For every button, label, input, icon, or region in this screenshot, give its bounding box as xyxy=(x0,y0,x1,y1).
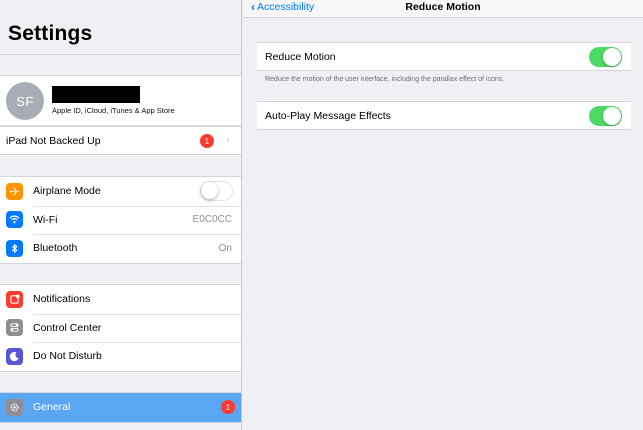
navigation-bar: ‹ Accessibility Reduce Motion xyxy=(243,0,643,18)
sidebar-item-notifications[interactable]: Notifications xyxy=(0,285,241,314)
avatar: SF xyxy=(6,82,44,120)
airplane-icon xyxy=(6,182,23,200)
general-group: General 1 xyxy=(0,392,241,423)
airplane-mode-toggle[interactable] xyxy=(200,181,233,202)
sidebar-item-label: Airplane Mode xyxy=(33,185,101,198)
auto-play-toggle[interactable] xyxy=(589,106,622,126)
sidebar-item-label: Do Not Disturb xyxy=(33,350,102,363)
wifi-icon xyxy=(6,211,23,229)
sidebar-item-label: General xyxy=(33,401,71,414)
divider xyxy=(0,54,241,55)
reduce-motion-row: Reduce Motion xyxy=(257,42,631,71)
control-center-icon xyxy=(6,319,23,337)
badge: 1 xyxy=(221,400,235,414)
profile-row[interactable]: SF Apple ID, iCloud, iTunes & App Store xyxy=(0,75,241,126)
sidebar-item-do-not-disturb[interactable]: Do Not Disturb xyxy=(0,342,241,371)
bluetooth-value: On xyxy=(218,242,232,254)
auto-play-row: Auto-Play Message Effects xyxy=(257,101,631,130)
auto-play-label: Auto-Play Message Effects xyxy=(265,110,391,122)
sidebar: Settings SF Apple ID, iCloud, iTunes & A… xyxy=(0,0,242,430)
sidebar-item-label: Notifications xyxy=(33,293,91,306)
sidebar-item-bluetooth[interactable]: Bluetooth On xyxy=(0,234,241,263)
sidebar-item-general[interactable]: General 1 xyxy=(0,393,241,422)
profile-subtitle: Apple ID, iCloud, iTunes & App Store xyxy=(52,106,175,115)
redacted-name xyxy=(52,86,140,103)
system-group: Notifications Control Center Do Not Dist… xyxy=(0,284,241,372)
chevron-right-icon: › xyxy=(226,134,230,146)
sidebar-item-label: Wi-Fi xyxy=(33,213,58,226)
wifi-network-value: E0C0CC xyxy=(192,214,232,226)
sidebar-item-wifi[interactable]: Wi-Fi E0C0CC xyxy=(0,205,241,235)
sidebar-item-label: Control Center xyxy=(33,321,102,334)
badge: 1 xyxy=(200,134,214,148)
sidebar-item-airplane-mode[interactable]: Airplane Mode xyxy=(0,177,241,206)
moon-icon xyxy=(6,347,23,365)
detail-pane: ‹ Accessibility Reduce Motion Reduce Mot… xyxy=(243,0,643,430)
reduce-motion-label: Reduce Motion xyxy=(265,51,336,63)
backup-row[interactable]: iPad Not Backed Up 1 › xyxy=(0,126,241,155)
connectivity-group: Airplane Mode Wi-Fi E0C0CC Bluetooth On xyxy=(0,176,241,264)
backup-label: iPad Not Backed Up xyxy=(6,135,101,147)
page-title: Reduce Motion xyxy=(405,1,481,13)
sidebar-title: Settings xyxy=(8,22,93,45)
notifications-icon xyxy=(6,290,23,308)
reduce-motion-footnote: Reduce the motion of the user interface,… xyxy=(265,76,505,83)
bluetooth-icon xyxy=(6,239,23,257)
sidebar-item-control-center[interactable]: Control Center xyxy=(0,313,241,343)
reduce-motion-toggle[interactable] xyxy=(589,47,622,67)
sidebar-item-label: Bluetooth xyxy=(33,242,78,255)
gear-icon xyxy=(6,398,23,416)
